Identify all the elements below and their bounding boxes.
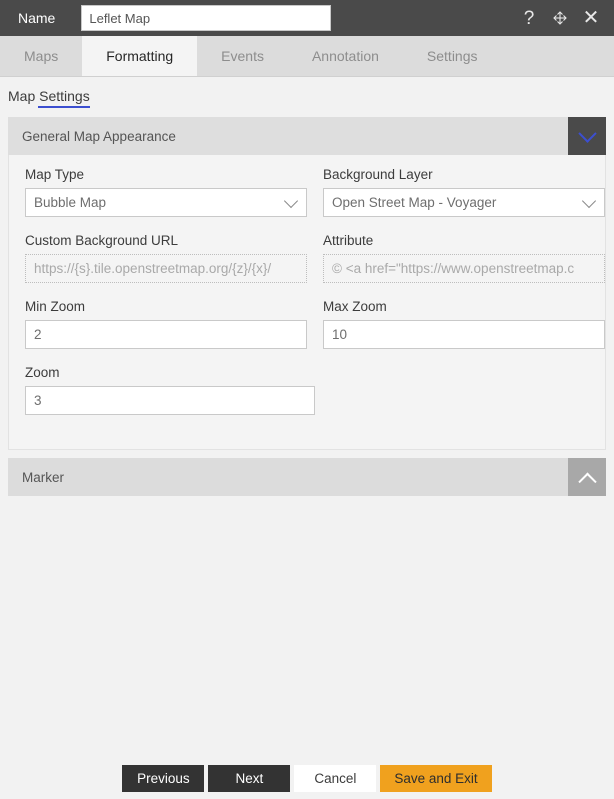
map-settings-link-label: Map Settings <box>8 88 90 104</box>
form-row-type-layer: Map Type Bubble Map Background Layer Ope… <box>9 167 605 233</box>
attribute-input[interactable]: © <a href="https://www.openstreetmap.c <box>323 254 605 283</box>
attribute-placeholder: © <a href="https://www.openstreetmap.c <box>332 261 575 276</box>
field-custom-background-url: Custom Background URL https://{s}.tile.o… <box>25 233 307 283</box>
tab-settings-label: Settings <box>426 48 478 64</box>
dialog-footer: Previous Next Cancel Save and Exit <box>0 757 614 799</box>
map-type-label: Map Type <box>25 167 85 182</box>
chevron-down-icon <box>283 193 299 208</box>
panel-header-marker[interactable]: Marker <box>8 458 606 496</box>
zoom-label: Zoom <box>25 365 60 380</box>
min-zoom-value: 2 <box>34 327 42 342</box>
previous-button[interactable]: Previous <box>122 764 205 792</box>
save-and-exit-button[interactable]: Save and Exit <box>380 764 492 792</box>
name-input-value: Leflet Map <box>89 10 151 26</box>
min-zoom-input[interactable]: 2 <box>25 320 307 349</box>
tab-bar: Maps Formatting Events Annotation Settin… <box>0 36 614 77</box>
map-settings-link[interactable]: Map Settings <box>8 88 90 108</box>
panel-title-general-map-appearance: General Map Appearance <box>22 128 176 144</box>
zoom-value: 3 <box>34 393 42 408</box>
panel-general-map-appearance: General Map Appearance Map Type Bubble M… <box>8 117 606 450</box>
name-input[interactable]: Leflet Map <box>81 5 332 31</box>
custom-background-url-input[interactable]: https://{s}.tile.openstreetmap.org/{z}/{… <box>25 254 307 283</box>
name-label: Name <box>18 10 56 26</box>
cancel-button[interactable]: Cancel <box>294 764 377 792</box>
next-button[interactable]: Next <box>208 764 291 792</box>
tab-formatting[interactable]: Formatting <box>82 36 198 76</box>
move-arrows-icon[interactable] <box>551 8 569 28</box>
tab-maps[interactable]: Maps <box>0 36 82 76</box>
background-layer-value: Open Street Map - Voyager <box>332 195 497 210</box>
max-zoom-input[interactable]: 10 <box>323 320 605 349</box>
max-zoom-label: Max Zoom <box>323 299 387 314</box>
tab-events[interactable]: Events <box>197 36 288 76</box>
custom-background-url-label: Custom Background URL <box>25 233 179 248</box>
field-background-layer: Background Layer Open Street Map - Voyag… <box>323 167 605 217</box>
form-row-min-max-zoom: Min Zoom 2 Max Zoom 10 <box>9 299 605 365</box>
active-underline <box>38 106 90 108</box>
attribute-label: Attribute <box>323 233 374 248</box>
min-zoom-label: Min Zoom <box>25 299 86 314</box>
chevron-down-icon[interactable] <box>568 117 606 155</box>
panel-marker: Marker <box>8 458 606 496</box>
close-icon[interactable]: ✕ <box>582 8 600 28</box>
tab-annotation-label: Annotation <box>311 48 379 64</box>
tab-formatting-label: Formatting <box>106 48 174 64</box>
tab-annotation[interactable]: Annotation <box>288 36 403 76</box>
field-map-type: Map Type Bubble Map <box>25 167 307 217</box>
dialog-titlebar: Name Leflet Map ? ✕ <box>0 0 614 36</box>
form-row-zoom: Zoom 3 <box>9 365 605 431</box>
field-max-zoom: Max Zoom 10 <box>323 299 605 349</box>
map-type-select[interactable]: Bubble Map <box>25 188 307 217</box>
titlebar-icon-group: ? ✕ <box>520 8 604 28</box>
custom-background-url-placeholder: https://{s}.tile.openstreetmap.org/{z}/{… <box>34 261 272 276</box>
section-link-row: Map Settings <box>0 77 614 117</box>
tab-settings[interactable]: Settings <box>403 36 502 76</box>
chevron-down-icon <box>581 193 597 208</box>
background-layer-label: Background Layer <box>323 167 433 182</box>
tab-maps-label: Maps <box>24 48 59 64</box>
max-zoom-value: 10 <box>332 327 348 342</box>
zoom-input[interactable]: 3 <box>25 386 315 415</box>
panel-header-general-map-appearance[interactable]: General Map Appearance <box>8 117 606 155</box>
panel-title-marker: Marker <box>22 469 65 485</box>
map-type-value: Bubble Map <box>34 195 107 210</box>
form-row-url-attribute: Custom Background URL https://{s}.tile.o… <box>9 233 605 299</box>
background-layer-select[interactable]: Open Street Map - Voyager <box>323 188 605 217</box>
question-mark-icon[interactable]: ? <box>520 8 538 28</box>
dialog-content: Map Settings General Map Appearance Map … <box>0 77 614 496</box>
field-zoom: Zoom 3 <box>25 365 315 415</box>
chevron-up-icon[interactable] <box>568 458 606 496</box>
field-min-zoom: Min Zoom 2 <box>25 299 307 349</box>
tab-events-label: Events <box>221 48 264 64</box>
field-attribute: Attribute © <a href="https://www.openstr… <box>323 233 605 283</box>
panel-body-general-map-appearance: Map Type Bubble Map Background Layer Ope… <box>8 155 606 450</box>
